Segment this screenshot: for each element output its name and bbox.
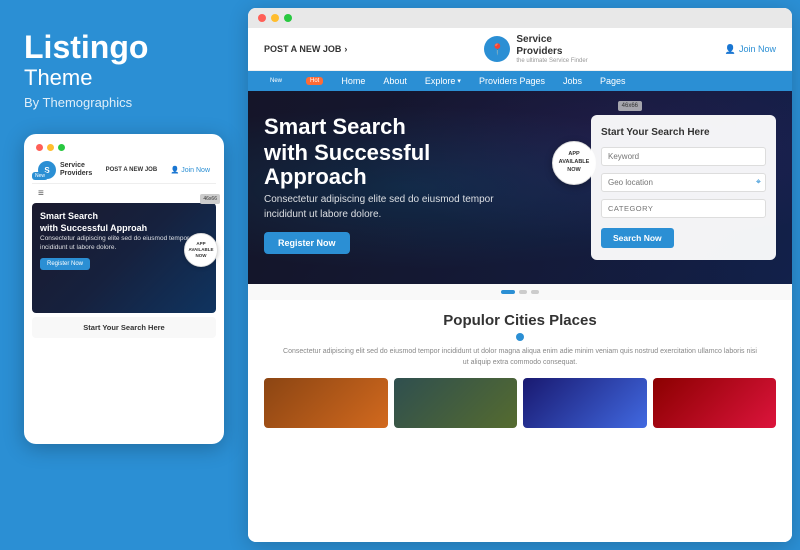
hero-title-line2: with Successful Approach: [264, 141, 530, 189]
search-box-title: Start Your Search Here: [601, 127, 766, 138]
site-join[interactable]: 👤 Join Now: [725, 44, 776, 55]
mockup-search-title: Start Your Search Here: [38, 323, 210, 332]
hero-desc: Consectetur adipiscing elite sed do eius…: [264, 192, 524, 222]
mockup-hero: Smart Search with Successful Approah Con…: [32, 203, 216, 313]
right-panel: POST A NEW JOB › 📍 Service Providers the…: [248, 8, 792, 542]
geo-icon: ⌖: [756, 177, 761, 188]
site-logo-name: Service Providers: [516, 34, 587, 58]
mockup-hero-title: Smart Search: [40, 211, 208, 221]
mockup-dot-yellow: [47, 144, 54, 151]
search-button[interactable]: Search Now: [601, 228, 674, 248]
mockup-register-button[interactable]: Register Now: [40, 258, 90, 270]
chevron-right-icon: ›: [344, 44, 347, 54]
nav-item-jobs[interactable]: Jobs: [563, 76, 582, 86]
mockup-app-badge: APP AVAILABLE NOW: [184, 233, 218, 267]
register-button[interactable]: Register Now: [264, 232, 350, 254]
keyword-input-group: [601, 146, 766, 166]
mockup-new-badge: New: [32, 172, 48, 180]
category-input[interactable]: [601, 199, 766, 218]
nav-item-pages[interactable]: Pages: [600, 76, 626, 86]
browser-dot-yellow: [271, 14, 279, 22]
hero-section: Smart Search with Successful Approach Co…: [248, 91, 792, 284]
mockup-dot-green: [58, 144, 65, 151]
site-post-job-button[interactable]: POST A NEW JOB ›: [264, 44, 347, 54]
hero-app-badge: APP AVAILABLE NOW: [552, 141, 596, 185]
cities-desc: Consectetur adipiscing elit sed do eiusm…: [280, 347, 760, 368]
mockup-post-job-button[interactable]: POST A NEW JOB: [106, 167, 158, 173]
nav-hot-badge: Hot: [306, 77, 323, 85]
browser-dot-green: [284, 14, 292, 22]
browser-dot-red: [258, 14, 266, 22]
mockup-logo-text: Service Providers: [60, 162, 92, 179]
cities-divider: [264, 333, 776, 341]
site-logo-tagline: the ultimate Service Finder: [516, 58, 587, 64]
hero-pixel-badge: 46x66: [618, 101, 642, 111]
site-logo: 📍 Service Providers the ultimate Service…: [484, 34, 587, 64]
left-panel: Listingo Theme By Themographics S Servic…: [0, 0, 248, 550]
hero-content: Smart Search with Successful Approach Co…: [264, 115, 530, 254]
carousel-dot-1[interactable]: [519, 290, 527, 294]
mockup-header: S Service Providers POST A NEW JOB 👤 Joi…: [32, 157, 216, 184]
mockup-dot-red: [36, 144, 43, 151]
carousel-dot-2[interactable]: [531, 290, 539, 294]
explore-dropdown-icon: ▾: [457, 77, 461, 85]
category-input-group: [601, 198, 766, 218]
nav-new-badge: New: [266, 77, 286, 85]
carousel-dot-active[interactable]: [501, 290, 515, 294]
site-header: POST A NEW JOB › 📍 Service Providers the…: [248, 28, 792, 71]
cities-section: Populor Cities Places Consectetur adipis…: [248, 300, 792, 542]
site-logo-icon: 📍: [484, 36, 510, 62]
brand-by: By Themographics: [24, 95, 224, 110]
divider-dot: [516, 333, 524, 341]
city-card-1[interactable]: [264, 378, 388, 428]
carousel-dots: [248, 284, 792, 300]
nav-item-providers[interactable]: Providers Pages: [479, 76, 545, 86]
mockup-hero-desc: Consectetur adipiscing elite sed do eius…: [40, 235, 208, 252]
mockup-join: 👤 Join Now: [170, 166, 210, 174]
keyword-input[interactable]: [601, 147, 766, 166]
browser-bar: [248, 8, 792, 28]
search-box: Start Your Search Here ⌖ Search Now: [591, 115, 776, 260]
mockup-hamburger-icon[interactable]: ≡: [38, 188, 210, 199]
site-nav: New Hot Home About Explore ▾ Providers P…: [248, 71, 792, 91]
mockup-search-section: Start Your Search Here: [32, 317, 216, 338]
mockup-window-dots: [32, 144, 216, 151]
nav-item-home[interactable]: Home: [341, 76, 365, 86]
hero-title-line1: Smart Search: [264, 115, 530, 139]
city-card-3[interactable]: [523, 378, 647, 428]
city-card-4[interactable]: [653, 378, 777, 428]
mockup-pixel-badge: 46x66: [200, 194, 220, 204]
nav-item-explore[interactable]: Explore ▾: [425, 76, 461, 86]
nav-item-about[interactable]: About: [383, 76, 407, 86]
cities-title: Populor Cities Places: [264, 312, 776, 329]
mobile-mockup: S Service Providers POST A NEW JOB 👤 Joi…: [24, 134, 224, 444]
geo-input[interactable]: [601, 173, 766, 192]
geo-input-group: ⌖: [601, 172, 766, 192]
city-grid: [264, 378, 776, 428]
city-card-2[interactable]: [394, 378, 518, 428]
brand-title: Listingo: [24, 30, 224, 65]
brand-sub: Theme: [24, 65, 224, 91]
mockup-hero-sub: with Successful Approah: [40, 223, 208, 233]
